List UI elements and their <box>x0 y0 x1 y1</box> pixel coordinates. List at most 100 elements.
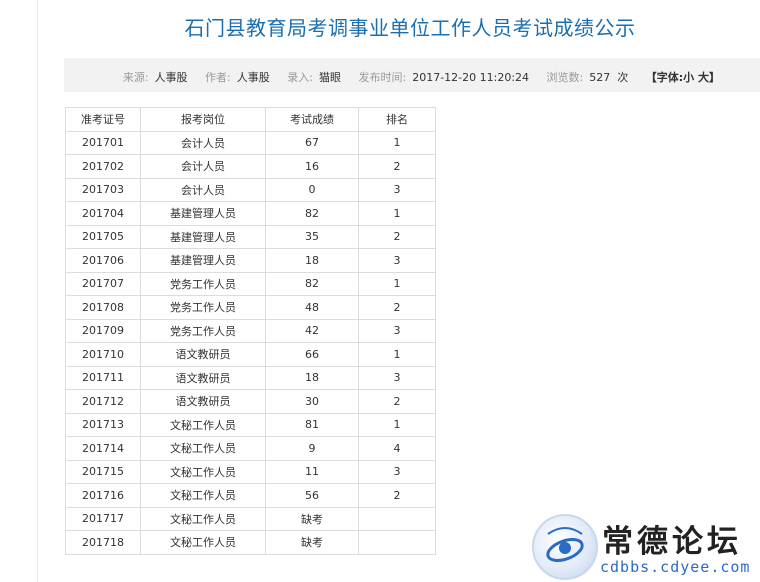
table-row: 201711 语文教研员 18 3 <box>65 365 436 390</box>
cell-score: 35 <box>265 224 359 249</box>
cell-position: 党务工作人员 <box>140 271 266 296</box>
cell-position: 文秘工作人员 <box>140 436 266 461</box>
cell-score: 82 <box>265 201 359 226</box>
cell-position: 会计人员 <box>140 154 266 179</box>
table-row: 201710 语文教研员 66 1 <box>65 342 436 367</box>
font-small-button[interactable]: 小 <box>683 71 694 84</box>
watermark: 常德论坛 cdbbs.cdyee.com <box>528 510 760 582</box>
cell-ticket-number: 201705 <box>65 224 141 249</box>
cell-position: 会计人员 <box>140 177 266 202</box>
cell-position: 文秘工作人员 <box>140 530 266 555</box>
cell-score: 81 <box>265 412 359 437</box>
entry-label: 录入: <box>287 71 313 84</box>
views-unit: 次 <box>617 71 629 84</box>
cell-score: 66 <box>265 342 359 367</box>
font-size-suffix: 】 <box>709 71 720 84</box>
cell-score: 0 <box>265 177 359 202</box>
table-row: 201718 文秘工作人员 缺考 <box>65 530 436 555</box>
table-row: 201704 基建管理人员 82 1 <box>65 201 436 226</box>
header-position: 报考岗位 <box>140 107 266 132</box>
views-count: 527 <box>589 71 611 84</box>
cell-position: 文秘工作人员 <box>140 483 266 508</box>
cell-rank <box>358 530 436 555</box>
cell-score: 18 <box>265 365 359 390</box>
cell-score: 82 <box>265 271 359 296</box>
cell-rank: 3 <box>358 248 436 273</box>
cell-score: 42 <box>265 318 359 343</box>
cell-rank: 3 <box>358 318 436 343</box>
cell-ticket-number: 201702 <box>65 154 141 179</box>
font-size-prefix: 【字体: <box>645 71 684 84</box>
cell-score: 56 <box>265 483 359 508</box>
cell-position: 基建管理人员 <box>140 224 266 249</box>
cell-ticket-number: 201712 <box>65 389 141 414</box>
views-label: 浏览数: <box>546 71 584 84</box>
author-value: 人事股 <box>236 71 270 84</box>
table-row: 201716 文秘工作人员 56 2 <box>65 483 436 508</box>
cell-ticket-number: 201714 <box>65 436 141 461</box>
cell-position: 基建管理人员 <box>140 201 266 226</box>
cell-rank: 4 <box>358 436 436 461</box>
cell-score: 缺考 <box>265 506 359 531</box>
cell-score: 9 <box>265 436 359 461</box>
cell-position: 文秘工作人员 <box>140 506 266 531</box>
watermark-url: cdbbs.cdyee.com <box>600 558 751 576</box>
header-ticket-number: 准考证号 <box>65 107 141 132</box>
cell-position: 语文教研员 <box>140 365 266 390</box>
cell-rank: 2 <box>358 154 436 179</box>
cell-rank: 1 <box>358 412 436 437</box>
cdbbs-logo-icon <box>532 514 598 580</box>
table-header-row: 准考证号 报考岗位 考试成绩 排名 <box>65 107 436 132</box>
cell-ticket-number: 201717 <box>65 506 141 531</box>
cell-ticket-number: 201706 <box>65 248 141 273</box>
header-rank: 排名 <box>358 107 436 132</box>
cell-ticket-number: 201713 <box>65 412 141 437</box>
cell-rank: 1 <box>358 342 436 367</box>
cell-position: 党务工作人员 <box>140 295 266 320</box>
cell-ticket-number: 201708 <box>65 295 141 320</box>
source-label: 来源: <box>122 71 149 84</box>
cell-ticket-number: 201709 <box>65 318 141 343</box>
author-label: 作者: <box>205 71 231 84</box>
score-table: 准考证号 报考岗位 考试成绩 排名 201701 会计人员 67 1 201702 会计人… <box>65 107 436 555</box>
cell-rank: 1 <box>358 271 436 296</box>
table-row: 201717 文秘工作人员 缺考 <box>65 506 436 531</box>
cell-score: 18 <box>265 248 359 273</box>
table-row: 201708 党务工作人员 48 2 <box>65 295 436 320</box>
cell-ticket-number: 201715 <box>65 459 141 484</box>
cell-rank: 3 <box>358 459 436 484</box>
table-row: 201707 党务工作人员 82 1 <box>65 271 436 296</box>
watermark-name: 常德论坛 <box>602 524 742 560</box>
cell-rank: 1 <box>358 201 436 226</box>
table-row: 201709 党务工作人员 42 3 <box>65 318 436 343</box>
font-large-button[interactable]: 大 <box>698 71 709 84</box>
cell-rank: 3 <box>358 365 436 390</box>
page-title: 石门县教育局考调事业单位工作人员考试成绩公示 <box>184 16 636 40</box>
table-row: 201715 文秘工作人员 11 3 <box>65 459 436 484</box>
cell-rank <box>358 506 436 531</box>
cell-rank: 3 <box>358 177 436 202</box>
cell-rank: 2 <box>358 295 436 320</box>
cell-score: 缺考 <box>265 530 359 555</box>
publish-time-label: 发布时间: <box>358 71 407 84</box>
cell-position: 文秘工作人员 <box>140 412 266 437</box>
cell-ticket-number: 201716 <box>65 483 141 508</box>
cell-score: 16 <box>265 154 359 179</box>
cell-ticket-number: 201711 <box>65 365 141 390</box>
cell-score: 11 <box>265 459 359 484</box>
font-size-control: 【字体:小 大】 <box>646 71 720 84</box>
article-meta-bar: 来源: 人事股 作者: 人事股 录入: 猫眼 发布时间: 2017-12-20 11:2… <box>64 58 760 92</box>
publish-time-value: 2017-12-20 11:20:24 <box>412 71 530 84</box>
cell-position: 会计人员 <box>140 130 266 155</box>
table-row: 201714 文秘工作人员 9 4 <box>65 436 436 461</box>
source-value: 人事股 <box>154 71 188 84</box>
cell-ticket-number: 201701 <box>65 130 141 155</box>
cell-ticket-number: 201718 <box>65 530 141 555</box>
cell-ticket-number: 201710 <box>65 342 141 367</box>
header-score: 考试成绩 <box>265 107 359 132</box>
cell-rank: 2 <box>358 224 436 249</box>
cell-position: 语文教研员 <box>140 342 266 367</box>
table-row: 201703 会计人员 0 3 <box>65 177 436 202</box>
cell-ticket-number: 201707 <box>65 271 141 296</box>
table-row: 201701 会计人员 67 1 <box>65 130 436 155</box>
